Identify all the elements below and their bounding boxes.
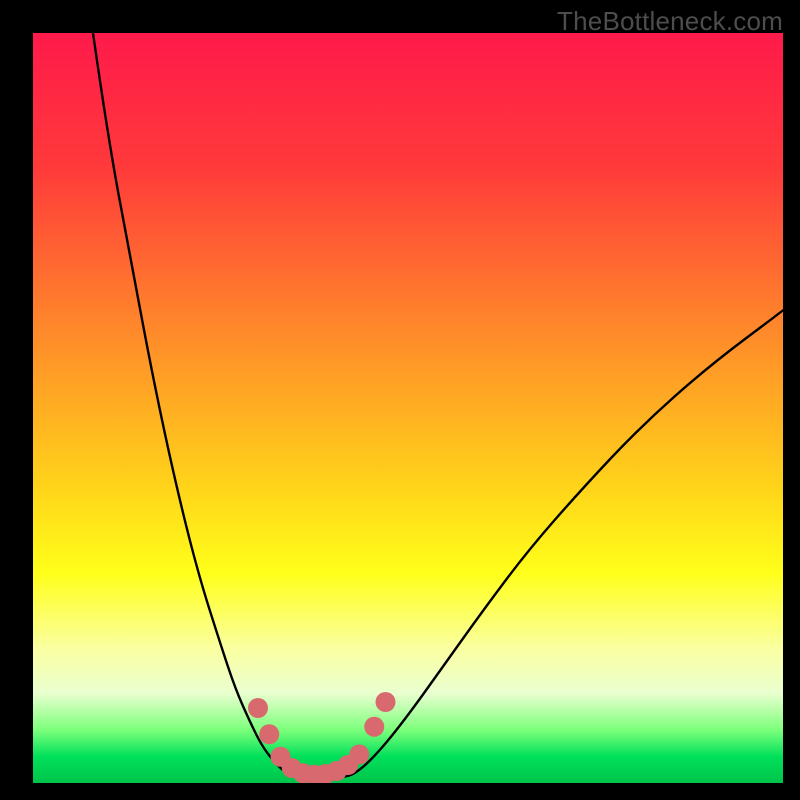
chart-svg [33,33,783,783]
gradient-background [33,33,783,783]
marker-dot [259,724,279,744]
outer-frame: TheBottleneck.com [0,0,800,800]
marker-dot [376,692,396,712]
marker-dot [248,698,268,718]
plot-area [33,33,783,783]
marker-dot [364,717,384,737]
marker-dot [349,745,369,765]
